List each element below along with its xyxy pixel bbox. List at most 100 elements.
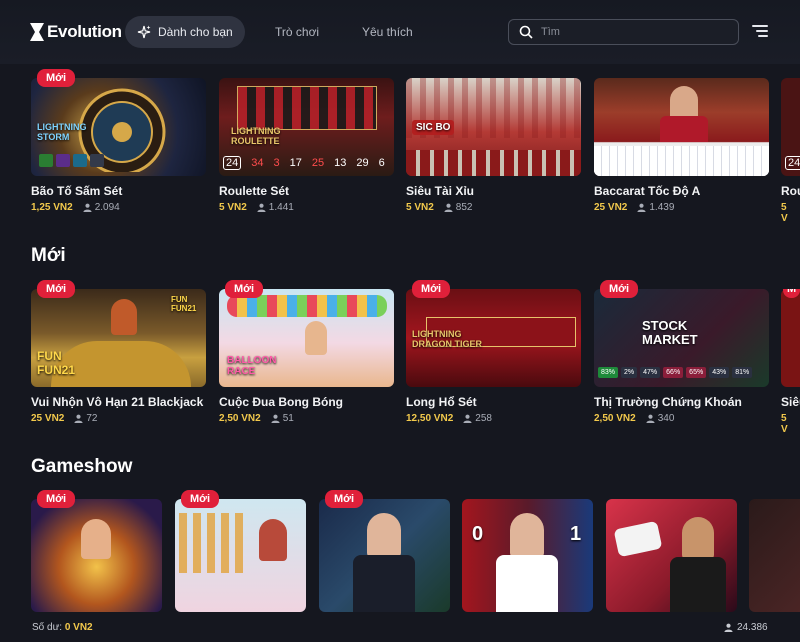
- evolution-logo[interactable]: Evolution: [30, 22, 122, 42]
- game-name: Roulette Sét: [219, 184, 290, 198]
- letters-grid: [179, 513, 249, 573]
- evolution-logo-icon: [30, 23, 44, 41]
- search-box[interactable]: [508, 19, 739, 45]
- game-card[interactable]: LIGHTNING ROULETTE 24 34 3 17 25 13 29 6 …: [219, 78, 394, 213]
- game-thumbnail: [319, 499, 450, 612]
- gameshow-card-partial[interactable]: [749, 499, 800, 612]
- host-figure: [81, 519, 111, 559]
- game-thumbnail: [781, 289, 800, 387]
- gameshow-card[interactable]: Mới: [175, 490, 306, 612]
- player-count: 51: [271, 413, 294, 424]
- game-name: Cuộc Đua Bong Bóng: [219, 395, 343, 409]
- top-games-row: Mới LIGHTNING STORM Bão Tố Sấm Sét 1,25 V…: [0, 69, 800, 228]
- player-count: 852: [444, 202, 472, 213]
- user-icon: [637, 203, 646, 212]
- dice-graphic: [613, 520, 663, 558]
- gameshow-card[interactable]: Mới: [319, 490, 450, 612]
- game-thumbnail: FUN FUN21 FUN FUN21: [31, 289, 206, 387]
- lightning-dragon-tiger-logo: LIGHTNING DRAGON TIGER: [412, 329, 483, 349]
- bottom-status-bar: Số dư: 0 VN2 24.386: [0, 612, 800, 642]
- tab-for-you[interactable]: Dành cho bạn: [125, 16, 245, 48]
- betting-grid: [406, 150, 581, 176]
- player-count: 258: [463, 413, 492, 424]
- user-icon: [444, 203, 453, 212]
- dealer-figure: [111, 299, 137, 335]
- host-figure: [259, 519, 287, 561]
- player-count: 1.441: [257, 202, 294, 213]
- online-players: 24.386: [724, 622, 768, 633]
- tab-favorites[interactable]: Yêu thích: [362, 25, 413, 39]
- game-card[interactable]: Mới STOCK MARKET 83% 2% 47% 66% 65% 43% 8…: [594, 280, 769, 424]
- tab-for-you-label: Dành cho bạn: [158, 25, 233, 39]
- bet-price: 5 VN2: [406, 202, 434, 213]
- red-zero: 0: [472, 523, 484, 545]
- game-card[interactable]: SIC BO Siêu Tài Xỉu 5 VN2 852: [406, 78, 581, 213]
- bet-price: 25 VN2: [594, 202, 628, 213]
- game-thumbnail: BALLOON RACE: [219, 289, 394, 387]
- gameshow-row: Mới Mới Mới 0 1: [0, 490, 800, 612]
- result-chips: [39, 154, 104, 167]
- game-name: Bão Tố Sấm Sét: [31, 184, 123, 198]
- stock-market-logo: STOCK MARKET: [642, 318, 698, 347]
- search-icon: [519, 25, 533, 39]
- sparkle-icon: [137, 25, 151, 39]
- dealer-figure: [670, 86, 698, 120]
- game-thumbnail: [606, 499, 737, 612]
- recent-numbers: 24 34 3 17 25 13 29 6: [223, 156, 385, 170]
- gameshow-card[interactable]: Mới: [31, 490, 162, 612]
- host-figure: [305, 321, 327, 355]
- market-stats: 83% 2% 47% 66% 65% 43% 81%: [598, 367, 753, 378]
- player-count: 72: [74, 413, 97, 424]
- balloons-graphic: [227, 295, 387, 317]
- roulette-table: [237, 86, 377, 130]
- balloon-race-logo: BALLOON RACE: [227, 355, 277, 377]
- fun-fun-21-logo: FUN FUN21: [37, 349, 76, 377]
- bet-price: 5 VN2: [219, 202, 247, 213]
- lightning-storm-logo: LIGHTNING STORM: [37, 122, 87, 142]
- game-card-partial[interactable]: 24 Rou 5 V: [781, 78, 800, 224]
- balance-value: 0 VN2: [64, 622, 93, 633]
- user-icon: [724, 623, 733, 632]
- player-count: 2.094: [83, 202, 120, 213]
- game-card[interactable]: Mới BALLOON RACE Cuộc Đua Bong Bóng 2,50 …: [219, 280, 394, 424]
- game-thumbnail: [594, 78, 769, 176]
- menu-button[interactable]: [752, 25, 768, 39]
- logo-text: Evolution: [47, 22, 122, 41]
- section-title-gameshow: Gameshow: [31, 456, 133, 477]
- new-badge: Mới: [325, 490, 364, 508]
- new-badge: Mới: [600, 280, 639, 298]
- game-card[interactable]: Mới LIGHTNING STORM Bão Tố Sấm Sét 1,25 V…: [31, 69, 206, 213]
- tab-games[interactable]: Trò chơi: [275, 25, 319, 39]
- user-icon: [271, 414, 280, 423]
- section-title-new: Mới: [31, 245, 66, 266]
- gameshow-card[interactable]: [606, 499, 737, 612]
- lightning-roulette-logo: LIGHTNING ROULETTE: [231, 126, 281, 146]
- game-card[interactable]: Mới LIGHTNING DRAGON TIGER Long Hổ Sét 12…: [406, 280, 581, 424]
- new-badge: Mới: [181, 490, 220, 508]
- super-sic-bo-logo: SIC BO: [412, 120, 455, 135]
- bet-price: 12,50 VN2: [406, 413, 454, 424]
- bet-price: 2,50 VN2: [594, 413, 636, 424]
- gameshow-card[interactable]: 0 1: [462, 499, 593, 612]
- game-card[interactable]: Baccarat Tốc Độ A 25 VN2 1.439: [594, 78, 769, 213]
- game-name: Siêu Tài Xỉu: [406, 184, 475, 198]
- game-thumbnail: SIC BO: [406, 78, 581, 176]
- player-count: 340: [646, 413, 674, 424]
- game-name: Rou: [781, 184, 800, 198]
- game-name: Siêu: [781, 395, 800, 409]
- game-card[interactable]: Mới FUN FUN21 FUN FUN21 Vui Nhộn Vô Hạn 21…: [31, 280, 206, 424]
- game-card-partial[interactable]: M Siêu 5 V: [781, 289, 800, 435]
- user-icon: [463, 414, 472, 423]
- top-header: Evolution Dành cho bạn Trò chơi Yêu thíc…: [0, 0, 800, 64]
- new-badge: Mới: [37, 69, 76, 87]
- menu-icon: [752, 25, 768, 27]
- search-input[interactable]: [541, 26, 721, 38]
- game-thumbnail: [175, 499, 306, 612]
- game-thumbnail: [749, 499, 800, 612]
- host-figure: [367, 513, 401, 557]
- game-thumbnail: LIGHTNING DRAGON TIGER: [406, 289, 581, 387]
- player-count: 1.439: [637, 202, 674, 213]
- new-badge: Mới: [37, 280, 76, 298]
- user-icon: [257, 203, 266, 212]
- game-thumbnail: [31, 499, 162, 612]
